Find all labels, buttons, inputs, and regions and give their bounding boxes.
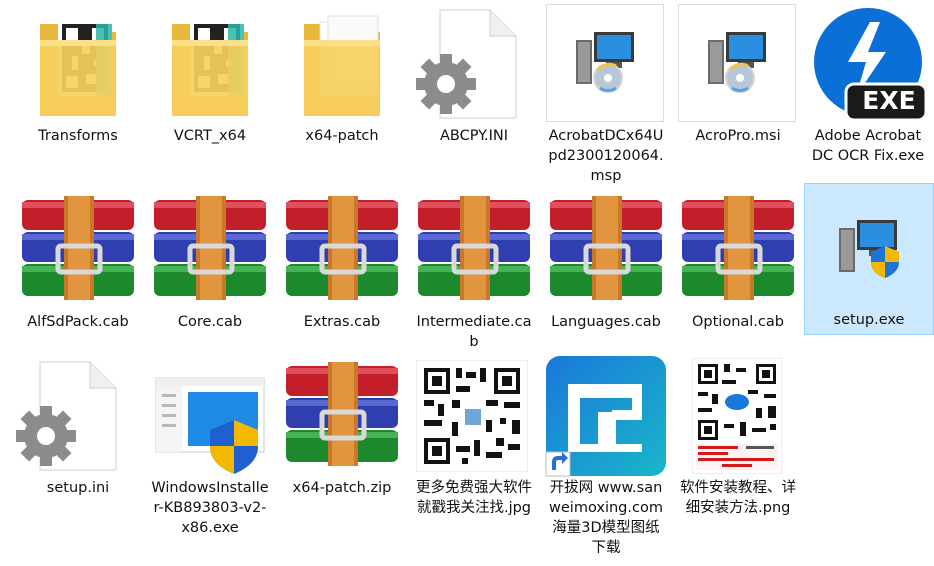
exe-icon: EXE <box>806 4 930 126</box>
file-setup-ini[interactable]: setup.ini <box>16 356 140 498</box>
file-name: Optional.cab <box>692 314 784 330</box>
archive-icon <box>412 190 536 312</box>
file-acrobat-msp[interactable]: AcrobatDCx64Upd2300120064.msp <box>544 4 668 186</box>
file-alfsdpack-cab[interactable]: AlfSdPack.cab <box>16 190 140 332</box>
file-kaiba-shortcut[interactable]: 开拔网 www.sanweimoxing.com海量3D模型图纸下载 <box>544 356 668 558</box>
file-vcrt-x64[interactable]: VCRT_x64 <box>148 4 272 146</box>
archive-icon <box>148 190 272 312</box>
setup-icon <box>805 184 933 310</box>
installer-icon <box>676 4 800 126</box>
windows-installer-icon <box>148 356 272 478</box>
file-intermediate-cab[interactable]: Intermediate.cab <box>412 190 536 352</box>
file-name: setup.ini <box>46 480 110 496</box>
settings-file-icon <box>16 356 140 478</box>
qr-image-icon <box>412 356 536 478</box>
file-name: Extras.cab <box>303 314 381 330</box>
archive-icon <box>676 190 800 312</box>
file-name: 更多免费强大软件就戳我关注找.jpg <box>416 480 532 516</box>
file-extras-cab[interactable]: Extras.cab <box>280 190 404 332</box>
file-core-cab[interactable]: Core.cab <box>148 190 272 332</box>
file-tutorial-png[interactable]: 软件安装教程、详细安装方法.png <box>676 356 800 518</box>
file-transforms[interactable]: Transforms <box>16 4 140 146</box>
file-name: setup.exe <box>833 312 905 328</box>
file-name: Transforms <box>38 128 118 144</box>
archive-icon <box>16 190 140 312</box>
file-windowsinstaller-exe[interactable]: WindowsInstaller-KB893803-v2-x86.exe <box>148 356 272 538</box>
file-name: x64-patch <box>305 128 379 144</box>
file-abcpy-ini[interactable]: ABCPY.INI <box>412 4 536 146</box>
file-name: 开拔网 www.sanweimoxing.com海量3D模型图纸下载 <box>549 480 663 556</box>
file-name: Adobe Acrobat DC OCR Fix.exe <box>811 128 925 164</box>
shortcut-app-icon <box>544 356 668 478</box>
file-name: WindowsInstaller-KB893803-v2-x86.exe <box>151 480 269 536</box>
folder-icon <box>148 4 272 126</box>
archive-icon <box>280 190 404 312</box>
file-name: Languages.cab <box>551 314 661 330</box>
file-acropro-msi[interactable]: AcroPro.msi <box>676 4 800 146</box>
archive-icon <box>280 356 404 478</box>
file-x64-patch-zip[interactable]: x64-patch.zip <box>280 356 404 498</box>
file-name: AcrobatDCx64Upd2300120064.msp <box>548 128 664 184</box>
qr-poster-icon <box>676 356 800 478</box>
file-optional-cab[interactable]: Optional.cab <box>676 190 800 332</box>
folder-icon <box>16 4 140 126</box>
file-name: ABCPY.INI <box>439 128 509 144</box>
file-name: AcroPro.msi <box>695 128 781 144</box>
file-name: AlfSdPack.cab <box>27 314 129 330</box>
file-name: 软件安装教程、详细安装方法.png <box>680 480 796 516</box>
file-qr-jpg[interactable]: 更多免费强大软件就戳我关注找.jpg <box>412 356 536 518</box>
file-name: x64-patch.zip <box>292 480 392 496</box>
settings-file-icon <box>412 4 536 126</box>
file-setup-exe[interactable]: setup.exe <box>804 183 934 335</box>
file-name: Intermediate.cab <box>416 314 532 350</box>
file-x64-patch[interactable]: x64-patch <box>280 4 404 146</box>
file-name: VCRT_x64 <box>173 128 247 144</box>
archive-icon <box>544 190 668 312</box>
file-adobe-ocr-fix-exe[interactable]: EXE Adobe Acrobat DC OCR Fix.exe <box>806 4 930 166</box>
folder-icon <box>280 4 404 126</box>
installer-icon <box>544 4 668 126</box>
file-name: Core.cab <box>177 314 243 330</box>
exe-badge: EXE <box>862 86 916 115</box>
file-languages-cab[interactable]: Languages.cab <box>544 190 668 332</box>
